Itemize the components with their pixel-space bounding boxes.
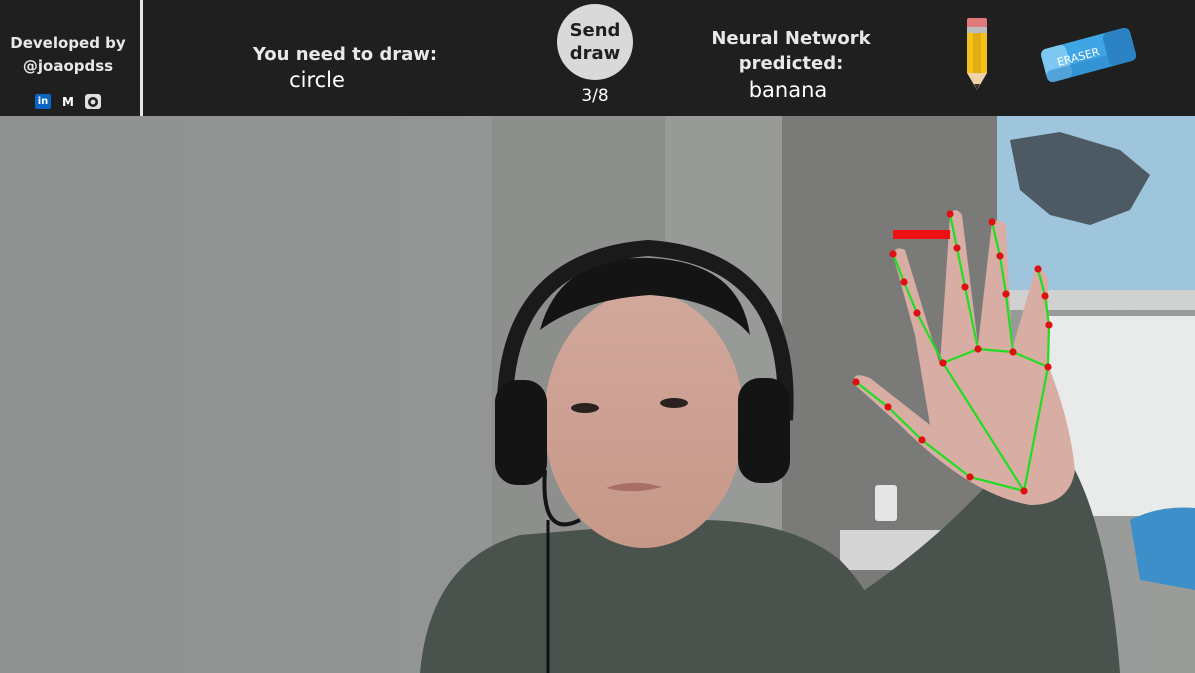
developer-label: Developed by (10, 34, 126, 52)
blue-bag (1130, 507, 1195, 590)
send-draw-button[interactable]: Send draw (557, 4, 633, 80)
drawn-stroke (893, 230, 950, 239)
eraser-icon[interactable]: ERASER (1034, 20, 1142, 86)
linkedin-icon[interactable]: in (35, 94, 51, 109)
prediction-label: Neural Network predicted: (700, 26, 882, 76)
top-toolbar: Developed by @joaopdss in M You need to … (0, 0, 1195, 116)
header-divider (140, 0, 143, 116)
prompt-value: circle (289, 68, 345, 92)
prediction-value: banana (748, 78, 828, 102)
wall-outlet (875, 485, 897, 521)
prompt-label: You need to draw: (252, 44, 438, 65)
social-links: in M (35, 94, 101, 109)
webcam-feed[interactable] (0, 116, 1195, 673)
send-draw-label-1: Send (569, 20, 621, 41)
drawing-counter: 3/8 (581, 86, 609, 106)
camera-image (0, 116, 1195, 673)
developer-credit: Developed by @joaopdss (0, 32, 136, 78)
prediction-label-2: predicted: (738, 53, 844, 74)
github-icon[interactable] (85, 94, 101, 109)
face (544, 292, 744, 548)
send-draw-label-2: draw (569, 43, 621, 64)
medium-icon[interactable]: M (60, 94, 76, 109)
pencil-icon[interactable] (962, 16, 992, 94)
developer-handle[interactable]: @joaopdss (0, 55, 136, 78)
prediction-label-1: Neural Network (711, 28, 871, 49)
